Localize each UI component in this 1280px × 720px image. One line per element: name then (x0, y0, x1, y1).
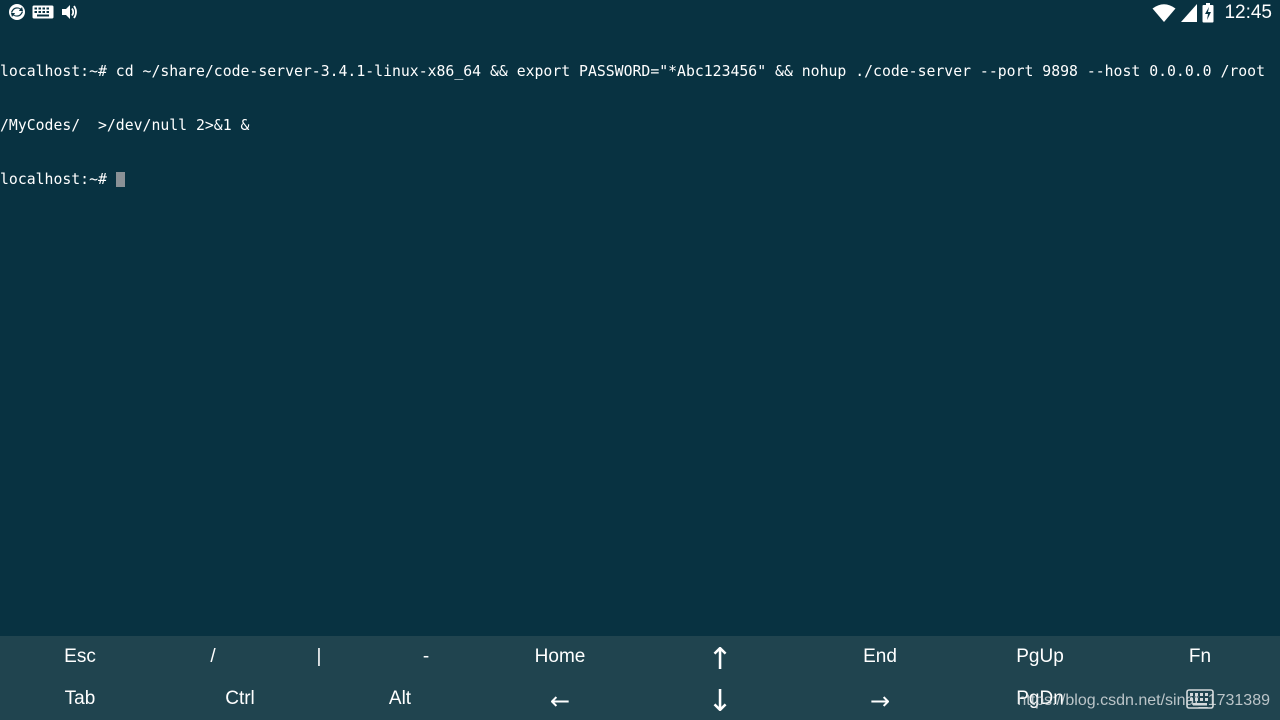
end-key[interactable]: End (800, 636, 960, 678)
keyboard-toggle-key[interactable] (1120, 678, 1280, 720)
terminal-line: localhost:~# cd ~/share/code-server-3.4.… (0, 63, 1266, 80)
up-arrow-key[interactable]: ↑ (640, 638, 800, 680)
keyboard-icon (32, 5, 54, 19)
pgdn-key[interactable]: PgDn (960, 678, 1120, 720)
sync-icon (8, 3, 26, 21)
termux-screen: 12:45 localhost:~# cd ~/share/code-serve… (0, 0, 1280, 720)
fn-key[interactable]: Fn (1120, 636, 1280, 678)
battery-icon (1202, 3, 1214, 23)
tab-key[interactable]: Tab (0, 678, 160, 720)
volume-icon (60, 3, 78, 21)
terminal-output[interactable]: localhost:~# cd ~/share/code-server-3.4.… (0, 27, 1280, 633)
status-bar-system: 12:45 (1152, 2, 1272, 24)
signal-icon (1180, 3, 1198, 23)
clock: 12:45 (1224, 2, 1272, 23)
terminal-line: /MyCodes/ >/dev/null 2>&1 & (0, 117, 250, 134)
terminal-cursor (115, 172, 125, 187)
status-bar-notifications (8, 3, 78, 21)
terminal-prompt-line: localhost:~# (0, 171, 1280, 189)
pgup-key[interactable]: PgUp (960, 636, 1120, 678)
wifi-icon (1152, 3, 1176, 23)
right-arrow-key[interactable]: → (800, 680, 960, 720)
prompt: localhost:~# (0, 171, 116, 188)
home-key[interactable]: Home (480, 636, 640, 678)
status-bar: 12:45 (0, 0, 1280, 26)
down-arrow-key[interactable]: ↓ (640, 680, 800, 720)
left-arrow-key[interactable]: ← (480, 680, 640, 720)
ctrl-key[interactable]: Ctrl (160, 678, 320, 720)
extra-keys-bar: Esc / | - Home ↑ End PgUp Fn Tab Ctrl Al… (0, 636, 1280, 720)
keyboard-icon (1186, 689, 1214, 709)
alt-key[interactable]: Alt (320, 678, 480, 720)
